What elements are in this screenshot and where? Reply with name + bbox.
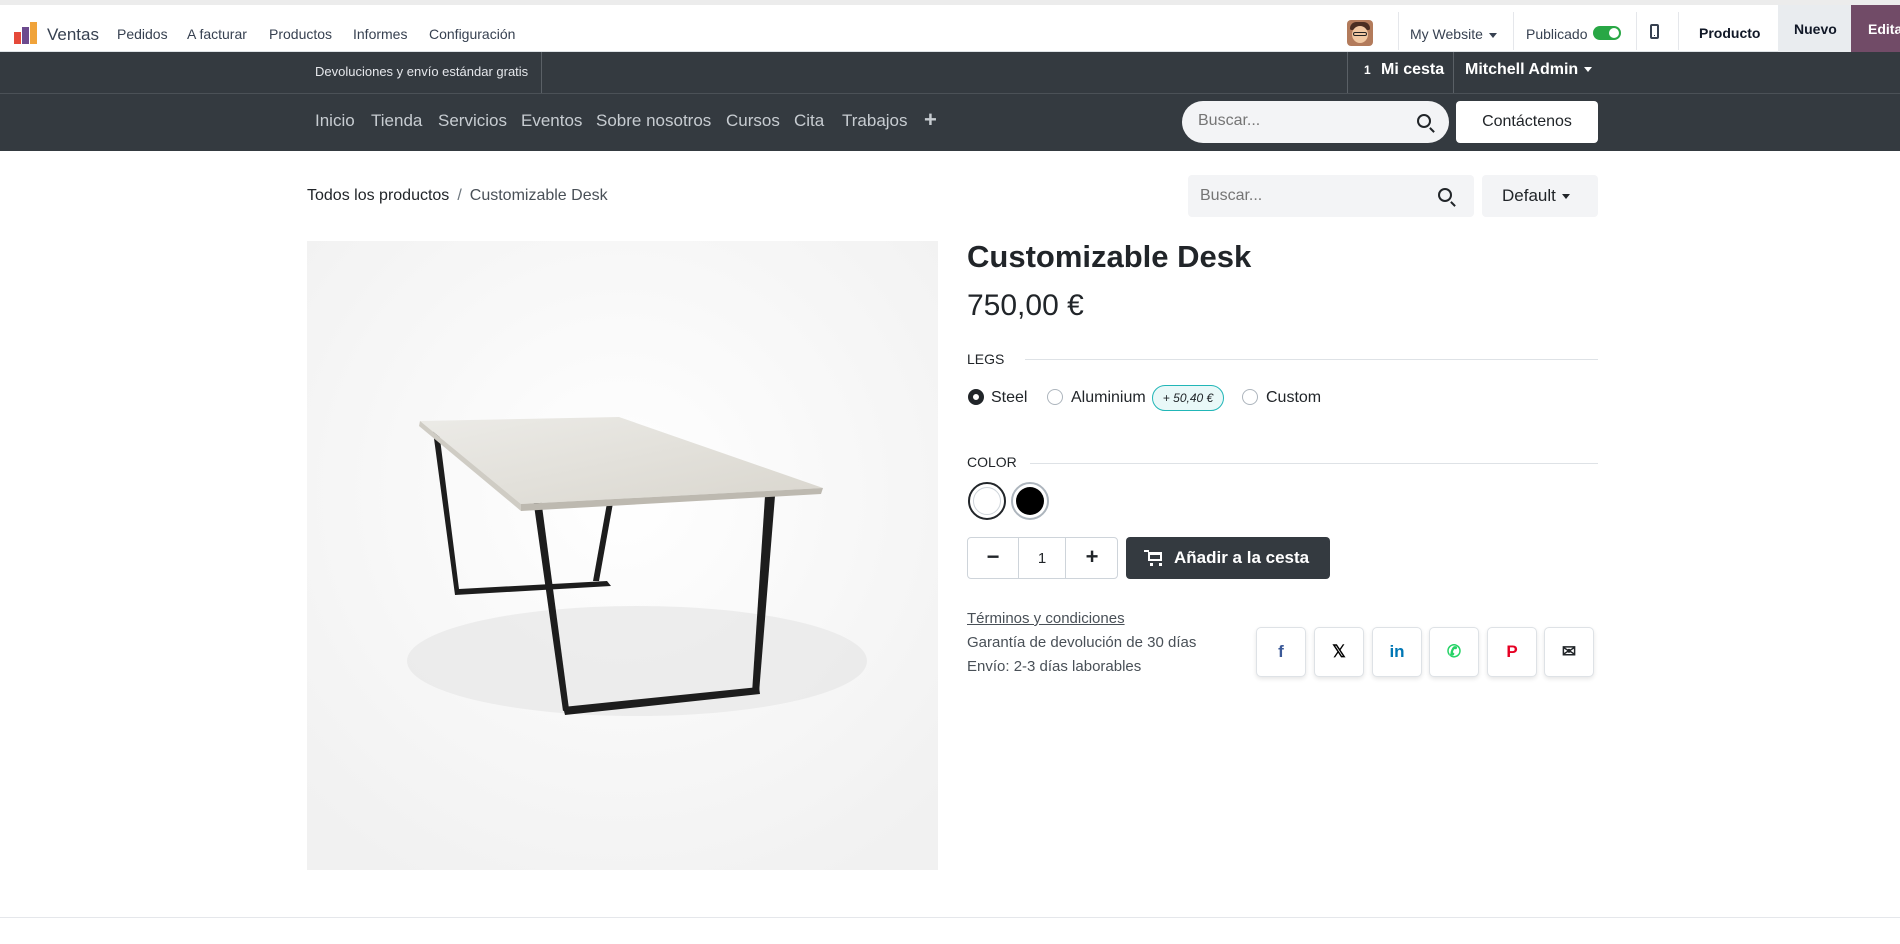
user-menu[interactable]: Mitchell Admin (1465, 61, 1593, 79)
caret-down-icon (1488, 32, 1497, 38)
divider (1347, 52, 1348, 93)
menu-a-facturar[interactable]: A facturar (187, 26, 247, 42)
divider (541, 52, 542, 93)
legs-steel-label[interactable]: Steel (991, 389, 1027, 407)
breadcrumb: Todos los productos / Customizable Desk (307, 187, 608, 205)
quantity-input[interactable] (1018, 538, 1066, 578)
promo-text: Devoluciones y envío estándar gratis (315, 64, 529, 79)
website-name: My Website (1410, 26, 1483, 42)
color-attribute-label: COLOR (967, 454, 1017, 470)
divider (1636, 12, 1637, 50)
breadcrumb-current: Customizable Desk (469, 187, 608, 204)
edit-button-label: Editar (1868, 21, 1900, 37)
color-swatch-white[interactable] (968, 482, 1006, 520)
legs-aluminium-label[interactable]: Aluminium (1071, 389, 1146, 407)
avatar-glasses (1353, 32, 1367, 36)
shopping-cart-icon (1144, 550, 1162, 566)
admin-topbar: Ventas Pedidos A facturar Productos Info… (0, 0, 1900, 52)
divider (1030, 463, 1598, 464)
nav-inicio[interactable]: Inicio (315, 111, 355, 131)
user-avatar[interactable] (1347, 20, 1373, 46)
divider (1453, 52, 1454, 93)
whatsapp-icon[interactable]: ✆ (1429, 627, 1479, 677)
menu-pedidos[interactable]: Pedidos (117, 26, 168, 42)
divider (0, 917, 1900, 918)
legs-attribute-label: LEGS (967, 351, 1005, 367)
quantity-stepper: − + (967, 537, 1118, 579)
published-toggle[interactable] (1593, 26, 1621, 40)
divider (1025, 359, 1598, 360)
add-to-cart-label: Añadir a la cesta (1174, 548, 1310, 567)
published-label: Publicado (1526, 26, 1588, 42)
mobile-preview-icon[interactable] (1650, 24, 1659, 39)
cart-link[interactable]: Mi cesta (1381, 61, 1444, 79)
legs-custom-label[interactable]: Custom (1266, 389, 1321, 407)
nav-trabajos[interactable]: Trabajos (842, 111, 908, 131)
linkedin-icon[interactable]: in (1372, 627, 1422, 677)
facebook-icon[interactable]: f (1256, 627, 1306, 677)
menu-configuracion[interactable]: Configuración (429, 26, 515, 42)
quantity-decrease-button[interactable]: − (968, 538, 1018, 578)
product-image[interactable] (307, 241, 938, 870)
sales-app-icon[interactable] (14, 22, 38, 44)
menu-productos[interactable]: Productos (269, 26, 332, 42)
guarantee-text: Garantía de devolución de 30 días (967, 634, 1197, 651)
swatch-fill (1016, 487, 1044, 515)
shipping-text: Envío: 2-3 días laborables (967, 658, 1142, 675)
product-price: 750,00 € (967, 289, 1084, 322)
product-name: Customizable Desk (967, 239, 1252, 274)
email-icon[interactable]: ✉ (1544, 627, 1594, 677)
website-header: Devoluciones y envío estándar gratis 1 M… (0, 52, 1900, 151)
price-extra-badge: + 50,40 € (1152, 385, 1224, 411)
new-button[interactable]: Nuevo (1778, 5, 1851, 52)
legs-custom-radio[interactable] (1242, 389, 1258, 405)
nav-cursos[interactable]: Cursos (726, 111, 780, 131)
header-search-input[interactable] (1198, 112, 1398, 130)
user-name: Mitchell Admin (1465, 61, 1579, 78)
new-button-label: Nuevo (1794, 21, 1837, 37)
edit-button[interactable]: Editar (1851, 5, 1900, 52)
nav-tienda[interactable]: Tienda (371, 111, 422, 131)
quantity-increase-button[interactable]: + (1067, 538, 1117, 578)
website-switcher[interactable]: My Website (1410, 26, 1497, 42)
desk-illustration (307, 241, 938, 870)
sort-label: Default (1502, 186, 1556, 205)
caret-down-icon (1584, 67, 1593, 73)
caret-down-icon (1561, 194, 1570, 200)
legs-aluminium-radio[interactable] (1047, 389, 1063, 405)
search-icon[interactable] (1438, 188, 1452, 202)
divider (1513, 12, 1514, 50)
app-name[interactable]: Ventas (47, 25, 99, 45)
product-button[interactable]: Producto (1699, 25, 1760, 41)
pinterest-icon[interactable]: P (1487, 627, 1537, 677)
swatch-fill (973, 487, 1001, 515)
sort-dropdown[interactable]: Default (1482, 175, 1598, 217)
terms-link[interactable]: Términos y condiciones (967, 610, 1125, 627)
divider (1678, 12, 1679, 50)
header-search (1182, 101, 1449, 143)
cart-count-badge[interactable]: 1 (1364, 63, 1371, 77)
legs-steel-radio[interactable] (968, 389, 984, 405)
add-to-cart-button[interactable]: Añadir a la cesta (1126, 537, 1330, 579)
shop-search (1188, 175, 1474, 217)
breadcrumb-all-products[interactable]: Todos los productos (307, 187, 449, 204)
shop-search-input[interactable] (1200, 187, 1420, 205)
divider (0, 93, 1900, 94)
nav-eventos[interactable]: Eventos (521, 111, 582, 131)
nav-cita[interactable]: Cita (794, 111, 824, 131)
color-swatch-black[interactable] (1011, 482, 1049, 520)
nav-sobre-nosotros[interactable]: Sobre nosotros (596, 111, 711, 131)
x-icon[interactable]: 𝕏 (1314, 627, 1364, 677)
breadcrumb-separator: / (457, 187, 462, 204)
menu-informes[interactable]: Informes (353, 26, 407, 42)
search-icon[interactable] (1417, 114, 1431, 128)
add-page-icon[interactable]: + (924, 107, 937, 133)
divider (1398, 12, 1399, 50)
nav-servicios[interactable]: Servicios (438, 111, 507, 131)
contact-button[interactable]: Contáctenos (1456, 101, 1598, 143)
